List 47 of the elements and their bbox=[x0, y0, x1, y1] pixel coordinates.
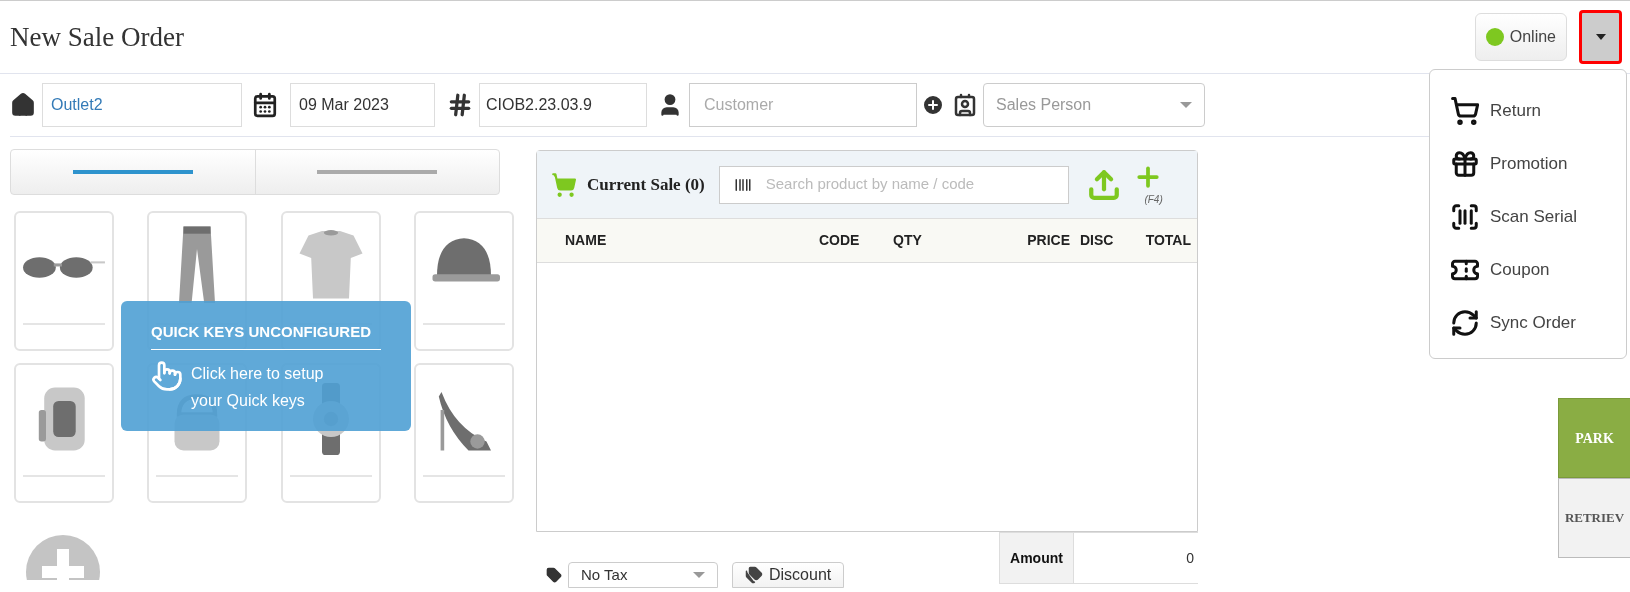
sync-icon bbox=[1450, 307, 1480, 338]
retrieve-button[interactable]: RETRIEV bbox=[1558, 478, 1630, 558]
home-icon bbox=[10, 92, 36, 118]
cart-icon bbox=[551, 171, 577, 198]
column-header: CODE bbox=[819, 231, 861, 250]
cart-icon bbox=[1450, 95, 1480, 126]
tag-icon bbox=[546, 567, 562, 583]
menu-item[interactable]: Return bbox=[1450, 84, 1606, 137]
notice-title: QUICK KEYS UNCONFIGURED bbox=[151, 321, 381, 350]
menu-item[interactable]: Scan Serial bbox=[1450, 190, 1606, 243]
panel-title: Current Sale (0) bbox=[587, 173, 705, 196]
dropdown-button[interactable] bbox=[1579, 10, 1622, 64]
hash-icon bbox=[447, 92, 473, 118]
menu-item[interactable]: Coupon bbox=[1450, 243, 1606, 296]
shortcut-hint: (F4) bbox=[1144, 193, 1163, 207]
order-number-field[interactable]: CIOB2.23.03.9 bbox=[479, 83, 647, 127]
product-tile[interactable] bbox=[14, 211, 114, 351]
column-header: QTY bbox=[893, 231, 923, 250]
caret-icon bbox=[693, 572, 705, 578]
add-customer-icon[interactable] bbox=[921, 93, 945, 117]
menu-item[interactable]: Promotion bbox=[1450, 137, 1606, 190]
upload-icon[interactable] bbox=[1086, 167, 1121, 202]
product-tile[interactable] bbox=[413, 211, 514, 351]
column-header: NAME bbox=[565, 231, 608, 250]
column-header: DISC bbox=[1079, 231, 1115, 250]
product-tile[interactable] bbox=[14, 363, 114, 503]
product-tile[interactable] bbox=[413, 363, 514, 503]
outlet-field[interactable]: Outlet2 bbox=[42, 83, 242, 127]
barcode-scan-icon bbox=[1450, 201, 1480, 232]
amount-value: 0 bbox=[1185, 548, 1195, 568]
gift-icon bbox=[1450, 148, 1480, 179]
calendar-icon bbox=[252, 92, 278, 118]
column-header: TOTAL bbox=[1144, 231, 1191, 250]
amount-label: Amount bbox=[1000, 533, 1074, 583]
caret-icon bbox=[1595, 34, 1606, 40]
date-field[interactable]: 09 Mar 2023 bbox=[290, 83, 435, 127]
page-title: New Sale Order bbox=[10, 20, 184, 54]
discount-button[interactable]: Discount bbox=[732, 562, 845, 588]
tax-select[interactable]: No Tax bbox=[568, 562, 718, 588]
notice-text: Click here to setup your Quick keys bbox=[191, 363, 325, 411]
id-card-icon bbox=[953, 93, 977, 117]
hand-pointer-icon bbox=[151, 359, 183, 392]
column-header: PRICE bbox=[1026, 231, 1070, 250]
online-status-button[interactable]: Online bbox=[1474, 13, 1567, 61]
tags-icon bbox=[745, 566, 763, 584]
menu-item[interactable]: Sync Order bbox=[1450, 296, 1606, 349]
caret-icon bbox=[1180, 102, 1192, 108]
